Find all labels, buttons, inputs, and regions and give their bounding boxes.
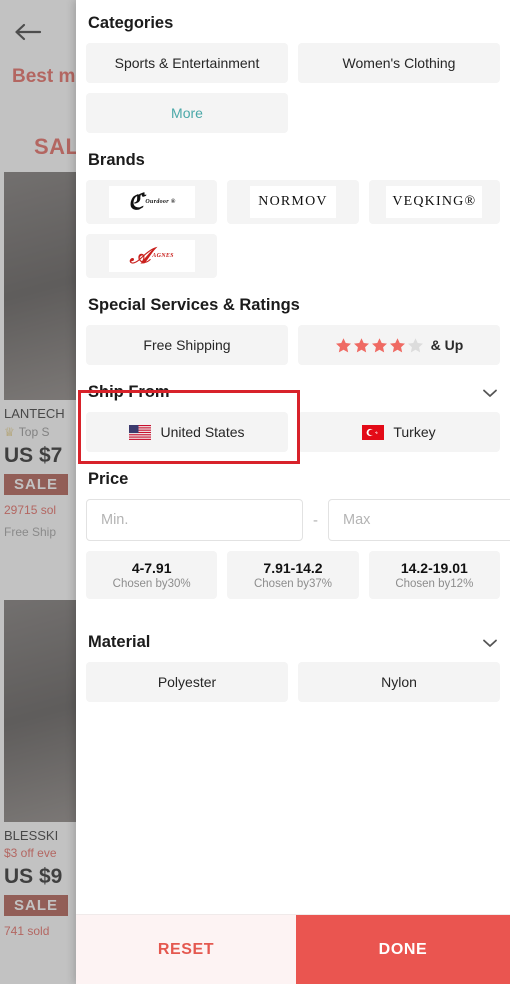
price-preset-range: 4-7.91	[132, 560, 172, 576]
price-max-input[interactable]	[328, 499, 510, 541]
star-icon-empty	[407, 337, 424, 354]
ship-from-chip-united-states[interactable]: United States	[86, 412, 288, 452]
brand-logo-text: AGNES	[152, 253, 174, 259]
filter-scroll-area[interactable]: Categories Sports & Entertainment Women'…	[76, 0, 510, 914]
ship-from-options: United States Turkey	[86, 412, 500, 452]
rating-filter-chip[interactable]: & Up	[298, 325, 500, 365]
section-special-services: Special Services & Ratings Free Shipping…	[86, 278, 500, 365]
brands-header: Brands	[86, 151, 500, 180]
price-preset-chosen: Chosen by37%	[254, 578, 332, 590]
brand-logo-text: VEQKING	[392, 194, 464, 210]
section-ship-from: Ship From	[86, 365, 500, 452]
filter-drawer: Categories Sports & Entertainment Women'…	[76, 0, 510, 984]
ship-from-chip-turkey[interactable]: Turkey	[298, 412, 500, 452]
brand-logo: ℭ Ourdoor ®	[109, 186, 195, 218]
chevron-down-icon[interactable]	[482, 388, 498, 398]
price-preset-chosen: Chosen by30%	[113, 578, 191, 590]
star-icon-filled	[389, 337, 406, 354]
special-services-header: Special Services & Ratings	[86, 296, 500, 325]
special-services-options: Free Shipping & Up	[86, 325, 500, 365]
price-preset-range: 7.91-14.2	[263, 560, 322, 576]
done-button[interactable]: DONE	[296, 915, 510, 984]
price-title: Price	[88, 470, 128, 489]
brand-logo-text: NORMOV	[258, 194, 327, 210]
section-price: Price - 4-7.91 Chosen by30% 7.91-14.2 Ch…	[86, 452, 500, 599]
brands-title: Brands	[88, 151, 145, 170]
categories-header: Categories	[86, 14, 500, 43]
category-chip-sports[interactable]: Sports & Entertainment	[86, 43, 288, 83]
rating-and-up-label: & Up	[431, 337, 464, 353]
section-material: Material Polyester Nylon	[86, 599, 500, 702]
reset-button[interactable]: RESET	[76, 915, 296, 984]
brand-chip-ourdoor[interactable]: ℭ Ourdoor ®	[86, 180, 217, 224]
price-preset-list: 4-7.91 Chosen by30% 7.91-14.2 Chosen by3…	[86, 551, 500, 599]
ship-from-title: Ship From	[88, 383, 170, 402]
brands-chip-list: ℭ Ourdoor ® NORMOV VEQKING®	[86, 180, 500, 278]
star-icon-filled	[353, 337, 370, 354]
material-header[interactable]: Material	[86, 633, 500, 662]
category-chip-womens-clothing[interactable]: Women's Clothing	[298, 43, 500, 83]
star-icon-filled	[335, 337, 352, 354]
brand-logo-text: Ourdoor	[145, 199, 168, 205]
star-rating	[335, 337, 424, 354]
filter-footer: RESET DONE	[76, 914, 510, 984]
categories-title: Categories	[88, 14, 173, 33]
material-chip-nylon[interactable]: Nylon	[298, 662, 500, 702]
section-categories: Categories Sports & Entertainment Women'…	[86, 0, 500, 133]
brand-logo-sup: ®	[464, 194, 476, 210]
ship-from-label: United States	[160, 424, 244, 440]
price-preset-chip[interactable]: 4-7.91 Chosen by30%	[86, 551, 217, 599]
material-options: Polyester Nylon	[86, 662, 500, 702]
us-flag-icon	[129, 425, 151, 440]
price-range-separator: -	[311, 512, 320, 529]
categories-chip-list: Sports & Entertainment Women's Clothing …	[86, 43, 500, 133]
brand-logo-mark: 𝒜 AGNES	[129, 245, 173, 267]
turkey-flag-icon	[362, 425, 384, 440]
price-preset-chip[interactable]: 14.2-19.01 Chosen by12%	[369, 551, 500, 599]
price-header: Price	[86, 470, 500, 499]
free-shipping-chip[interactable]: Free Shipping	[86, 325, 288, 365]
screen-root: Best m SALE LANTECH ♕ Top S US $7 SALE 2…	[0, 0, 510, 984]
price-input-row: -	[86, 499, 500, 541]
brand-logo: NORMOV	[250, 186, 336, 218]
material-title: Material	[88, 633, 150, 652]
special-services-title: Special Services & Ratings	[88, 296, 300, 315]
material-chip-polyester[interactable]: Polyester	[86, 662, 288, 702]
brand-logo-sup: ®	[171, 199, 175, 205]
ship-from-label: Turkey	[393, 424, 435, 440]
section-brands: Brands ℭ Ourdoor ®	[86, 133, 500, 278]
chevron-down-icon[interactable]	[482, 638, 498, 648]
brand-chip-veqking[interactable]: VEQKING®	[369, 180, 500, 224]
brand-logo-mark: ℭ Ourdoor ®	[128, 191, 175, 213]
ship-from-header[interactable]: Ship From	[86, 383, 500, 412]
category-chip-more[interactable]: More	[86, 93, 288, 133]
brand-chip-normov[interactable]: NORMOV	[227, 180, 358, 224]
price-min-input[interactable]	[86, 499, 303, 541]
star-icon-filled	[371, 337, 388, 354]
brand-logo: VEQKING®	[386, 186, 482, 218]
price-preset-range: 14.2-19.01	[401, 560, 468, 576]
price-preset-chip[interactable]: 7.91-14.2 Chosen by37%	[227, 551, 358, 599]
brand-chip-agnes[interactable]: 𝒜 AGNES	[86, 234, 217, 278]
price-preset-chosen: Chosen by12%	[395, 578, 473, 590]
brand-logo: 𝒜 AGNES	[109, 240, 195, 272]
